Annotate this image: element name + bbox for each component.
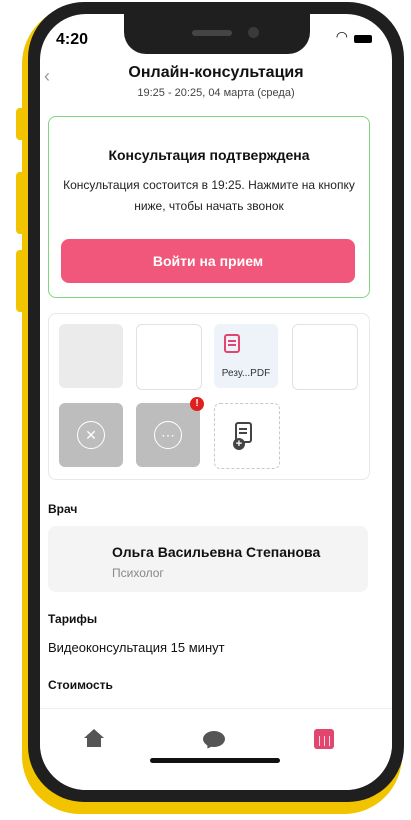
calendar-icon xyxy=(314,729,334,749)
doctor-role: Психолог xyxy=(112,566,164,580)
side-button-volume-up xyxy=(16,172,26,234)
attachment-pdf-tile[interactable]: Резу...PDF xyxy=(214,324,278,388)
cost-section-label: Стоимость xyxy=(48,678,113,692)
tab-home[interactable] xyxy=(74,723,114,753)
camera-icon xyxy=(248,27,259,38)
phone-screen: 4:20 ◠ ‹ Онлайн-консультация 19:25 - 20:… xyxy=(40,14,392,790)
side-button-volume-down xyxy=(16,250,26,312)
confirmation-card: Консультация подтверждена Консультация с… xyxy=(48,116,370,298)
attachments-card: Резу...PDF ✕ ⋯ ! + xyxy=(48,313,370,480)
home-icon-body xyxy=(87,737,101,747)
cancel-action-tile[interactable]: ✕ xyxy=(59,403,123,467)
doctor-section-label: Врач xyxy=(48,502,78,516)
status-time: 4:20 xyxy=(56,31,89,48)
attachment-tile[interactable] xyxy=(292,324,358,390)
doctor-name: Ольга Васильевна Степанова xyxy=(112,544,321,560)
tab-calendar[interactable] xyxy=(304,723,344,753)
attachment-label: Резу...PDF xyxy=(221,368,271,379)
more-circle-icon: ⋯ xyxy=(154,421,182,449)
cancel-circle-icon: ✕ xyxy=(77,421,105,449)
confirmation-text: Консультация состоится в 19:25. Нажмите … xyxy=(63,178,355,213)
tariff-value: Видеоконсультация 15 минут xyxy=(48,640,225,655)
home-indicator xyxy=(150,758,280,763)
notch xyxy=(124,14,310,54)
page-title: Онлайн-консультация xyxy=(128,64,304,81)
confirmation-title: Консультация подтверждена xyxy=(108,147,310,163)
page-subtitle: 19:25 - 20:25, 04 марта (среда) xyxy=(137,87,295,99)
tariff-section-label: Тарифы xyxy=(48,612,98,626)
tab-bar xyxy=(40,708,392,790)
battery-icon xyxy=(354,35,372,43)
side-button-mute xyxy=(16,108,26,140)
attachment-tile[interactable] xyxy=(59,324,123,388)
document-icon xyxy=(224,334,240,353)
more-action-tile[interactable]: ⋯ ! xyxy=(136,397,204,467)
alert-badge: ! xyxy=(190,397,204,411)
join-appointment-button[interactable]: Войти на прием xyxy=(61,239,355,283)
attachment-tile[interactable] xyxy=(136,324,202,390)
speaker-icon xyxy=(192,30,232,36)
tab-chat[interactable] xyxy=(194,723,234,753)
wifi-icon: ◠ xyxy=(335,28,348,44)
add-file-button[interactable]: + xyxy=(214,403,280,469)
doctor-card[interactable]: Ольга Васильевна Степанова Психолог xyxy=(48,526,368,592)
plus-icon: + xyxy=(233,438,245,450)
